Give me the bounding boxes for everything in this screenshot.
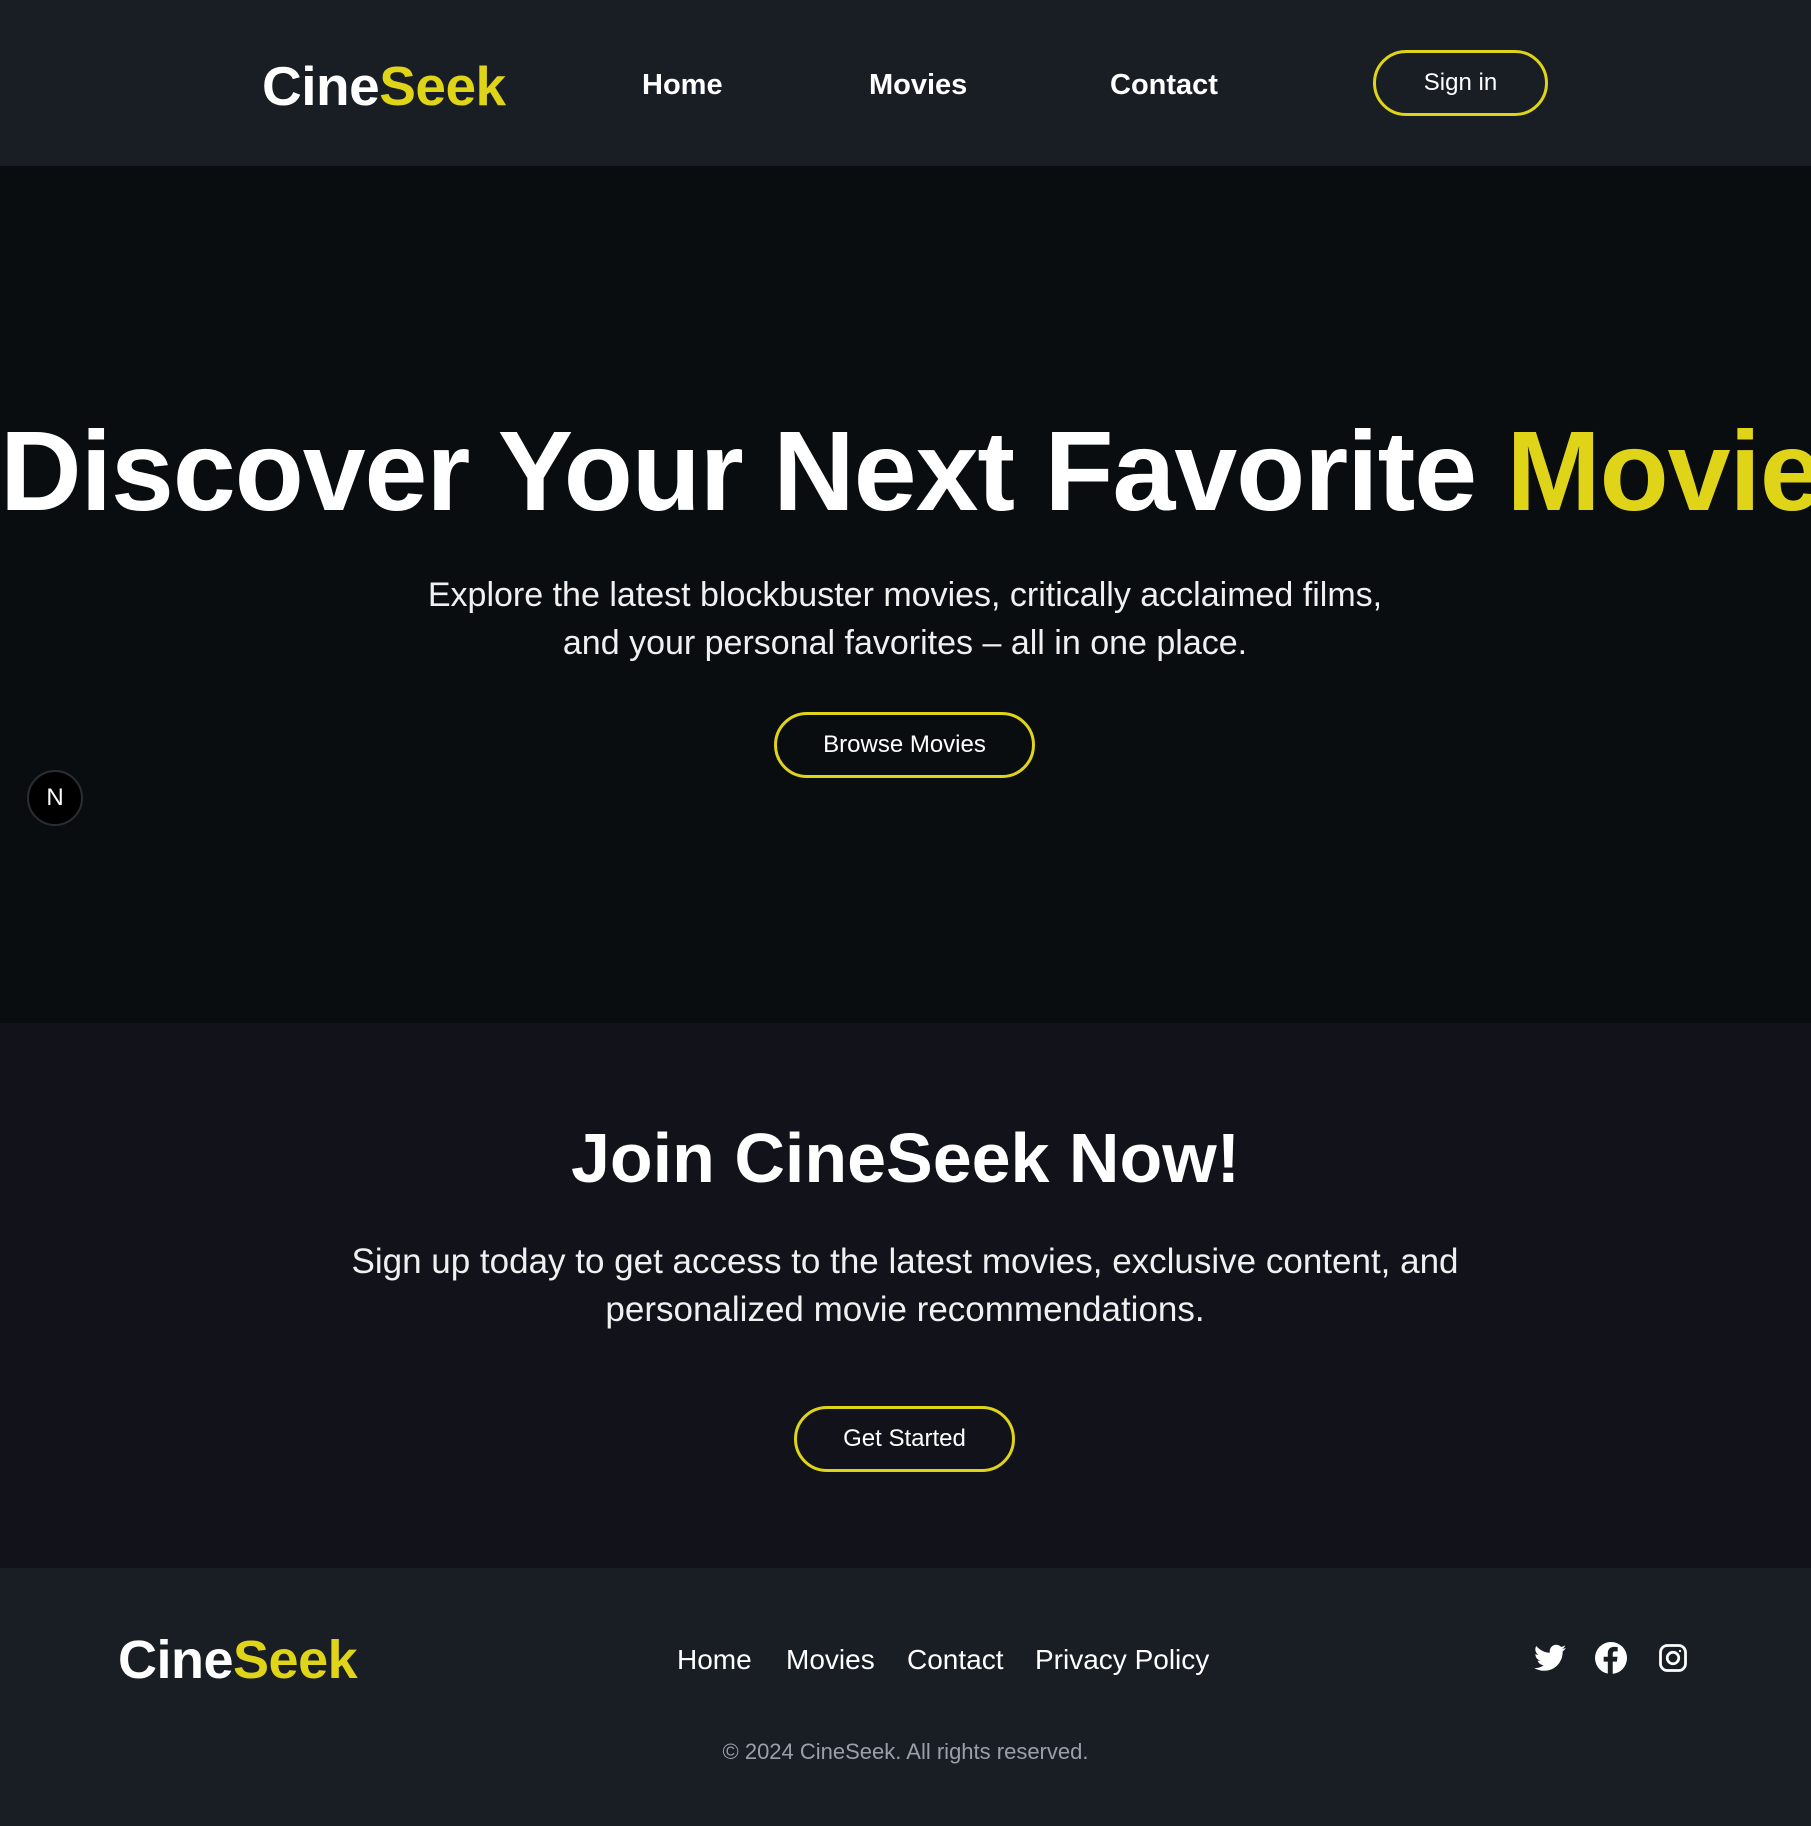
sign-in-button[interactable]: Sign in [1373,50,1548,116]
header-logo[interactable]: CineSeek [262,52,506,120]
footer-contact-link[interactable]: Contact [907,1642,1004,1678]
hero-title-main: Discover Your Next Favorite [0,408,1507,534]
hero-subtitle-line1: Explore the latest blockbuster movies, c… [427,576,1383,614]
nav-movies-link[interactable]: Movies [869,66,967,104]
facebook-icon[interactable] [1594,1641,1628,1675]
join-subtitle: Sign up today to get access to the lates… [305,1238,1505,1334]
footer-home-link[interactable]: Home [677,1642,752,1678]
nav-contact-link[interactable]: Contact [1110,66,1218,104]
footer-privacy-link[interactable]: Privacy Policy [1035,1642,1209,1678]
footer-logo-text-cine: Cine [118,1630,234,1690]
logo-text-cine: Cine [262,55,380,117]
join-title: Join CineSeek Now! [570,1119,1241,1197]
browse-movies-button[interactable]: Browse Movies [774,712,1035,778]
hero-subtitle-line2: and your personal favorites – all in one… [562,624,1248,662]
footer-movies-link[interactable]: Movies [786,1642,875,1678]
get-started-button[interactable]: Get Started [794,1406,1015,1472]
page: CineSeek Home Movies Contact Sign in Dis… [0,0,1811,1826]
footer-logo[interactable]: CineSeek [118,1627,358,1693]
hero-subtitle: Explore the latest blockbuster movies, c… [355,571,1455,667]
hero-title: Discover Your Next Favorite Movie [0,411,1811,531]
twitter-icon[interactable] [1533,1641,1567,1675]
hero-title-highlight: Movie [1506,408,1811,534]
join-section: Join CineSeek Now! Sign up today to get … [0,1023,1811,1568]
next-js-badge-icon[interactable]: N [27,770,83,826]
join-subtitle-line1: Sign up today to get access to the lates… [351,1242,1459,1281]
join-subtitle-line2: personalized movie recommendations. [605,1290,1205,1329]
logo-text-seek: Seek [379,55,506,117]
site-footer: CineSeek Home Movies Contact Privacy Pol… [0,1568,1811,1826]
instagram-icon[interactable] [1656,1641,1690,1675]
site-header: CineSeek Home Movies Contact Sign in [0,0,1811,166]
footer-logo-text-seek: Seek [233,1630,358,1690]
hero-section: Discover Your Next Favorite Movie Explor… [0,166,1811,1023]
nav-home-link[interactable]: Home [642,66,723,104]
copyright-text: © 2024 CineSeek. All rights reserved. [722,1739,1089,1764]
